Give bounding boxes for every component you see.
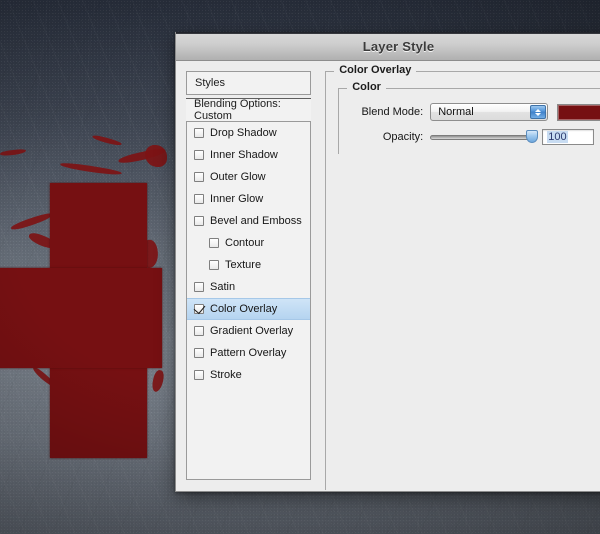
opacity-row: Opacity: 100 % xyxy=(349,129,600,145)
effect-label: Satin xyxy=(210,281,236,293)
checkbox-inner-shadow[interactable] xyxy=(194,150,204,160)
effect-label: Inner Glow xyxy=(210,193,264,205)
checkbox-satin[interactable] xyxy=(194,282,204,292)
color-group: Color Blend Mode: Normal Opacity: 100 xyxy=(338,81,600,154)
effect-label: Drop Shadow xyxy=(210,127,277,139)
styles-header-label: Styles xyxy=(195,77,225,89)
opacity-input[interactable]: 100 xyxy=(542,129,595,145)
effect-row-satin[interactable]: Satin xyxy=(187,276,310,298)
blend-mode-select[interactable]: Normal xyxy=(430,103,549,121)
settings-pane: Color Overlay Color Blend Mode: Normal O… xyxy=(325,64,600,490)
effect-label: Stroke xyxy=(210,369,242,381)
effect-row-inner-shadow[interactable]: Inner Shadow xyxy=(187,144,310,166)
effect-row-pattern-overlay[interactable]: Pattern Overlay xyxy=(187,342,310,364)
styles-pane: Styles Blending Options: Custom Drop Sha… xyxy=(186,71,312,480)
layer-style-dialog: Layer Style Styles Blending Options: Cus… xyxy=(175,32,600,492)
effect-row-outer-glow[interactable]: Outer Glow xyxy=(187,166,310,188)
screen: Layer Style Styles Blending Options: Cus… xyxy=(0,0,600,534)
dialog-title: Layer Style xyxy=(362,38,435,54)
opacity-slider[interactable] xyxy=(430,129,539,145)
color-overlay-group: Color Overlay Color Blend Mode: Normal O… xyxy=(325,64,600,490)
effect-label: Bevel and Emboss xyxy=(210,215,302,227)
blend-mode-value: Normal xyxy=(438,106,474,118)
checkbox-pattern-overlay[interactable] xyxy=(194,348,204,358)
blending-options-row[interactable]: Blending Options: Custom xyxy=(186,98,312,122)
checkbox-outer-glow[interactable] xyxy=(194,172,204,182)
effect-row-bevel-and-emboss[interactable]: Bevel and Emboss xyxy=(187,210,310,232)
checkbox-texture[interactable] xyxy=(209,260,219,270)
opacity-slider-track[interactable] xyxy=(430,134,537,140)
chevron-up-down-icon[interactable] xyxy=(530,105,547,119)
color-swatch-button[interactable] xyxy=(557,103,600,121)
color-overlay-group-title: Color Overlay xyxy=(334,64,417,76)
effect-row-inner-glow[interactable]: Inner Glow xyxy=(187,188,310,210)
effect-row-contour[interactable]: Contour xyxy=(187,232,310,254)
effect-row-gradient-overlay[interactable]: Gradient Overlay xyxy=(187,320,310,342)
opacity-label: Opacity: xyxy=(382,131,424,143)
dialog-titlebar[interactable]: Layer Style xyxy=(176,32,600,61)
effect-label: Gradient Overlay xyxy=(210,325,294,337)
checkbox-gradient-overlay[interactable] xyxy=(194,326,204,336)
effect-label: Texture xyxy=(225,259,262,271)
checkbox-inner-glow[interactable] xyxy=(194,194,204,204)
blend-mode-row: Blend Mode: Normal xyxy=(349,103,600,121)
color-group-title: Color xyxy=(347,81,386,93)
blend-mode-label: Blend Mode: xyxy=(361,106,424,118)
effect-row-drop-shadow[interactable]: Drop Shadow xyxy=(187,122,310,144)
blending-options-label: Blending Options: Custom xyxy=(194,98,281,122)
effect-label: Pattern Overlay xyxy=(210,347,287,359)
opacity-value: 100 xyxy=(547,131,568,143)
dialog-body: Styles Blending Options: Custom Drop Sha… xyxy=(176,61,600,490)
effect-label: Outer Glow xyxy=(210,171,266,183)
checkbox-contour[interactable] xyxy=(209,238,219,248)
effect-label: Contour xyxy=(225,237,265,249)
effects-list: Drop Shadow Inner Shadow Outer Glow Inne… xyxy=(186,122,312,480)
styles-header-button[interactable]: Styles xyxy=(186,71,312,95)
opacity-slider-thumb[interactable] xyxy=(526,130,539,143)
checkbox-stroke[interactable] xyxy=(194,370,204,380)
checkbox-color-overlay[interactable] xyxy=(194,304,204,314)
effect-label: Inner Shadow xyxy=(210,149,278,161)
checkbox-bevel-and-emboss[interactable] xyxy=(194,216,204,226)
effect-label: Color Overlay xyxy=(210,303,278,315)
effect-row-texture[interactable]: Texture xyxy=(187,254,310,276)
effect-row-stroke[interactable]: Stroke xyxy=(187,364,310,386)
effect-row-color-overlay[interactable]: Color Overlay xyxy=(187,298,311,320)
checkbox-drop-shadow[interactable] xyxy=(194,128,204,138)
